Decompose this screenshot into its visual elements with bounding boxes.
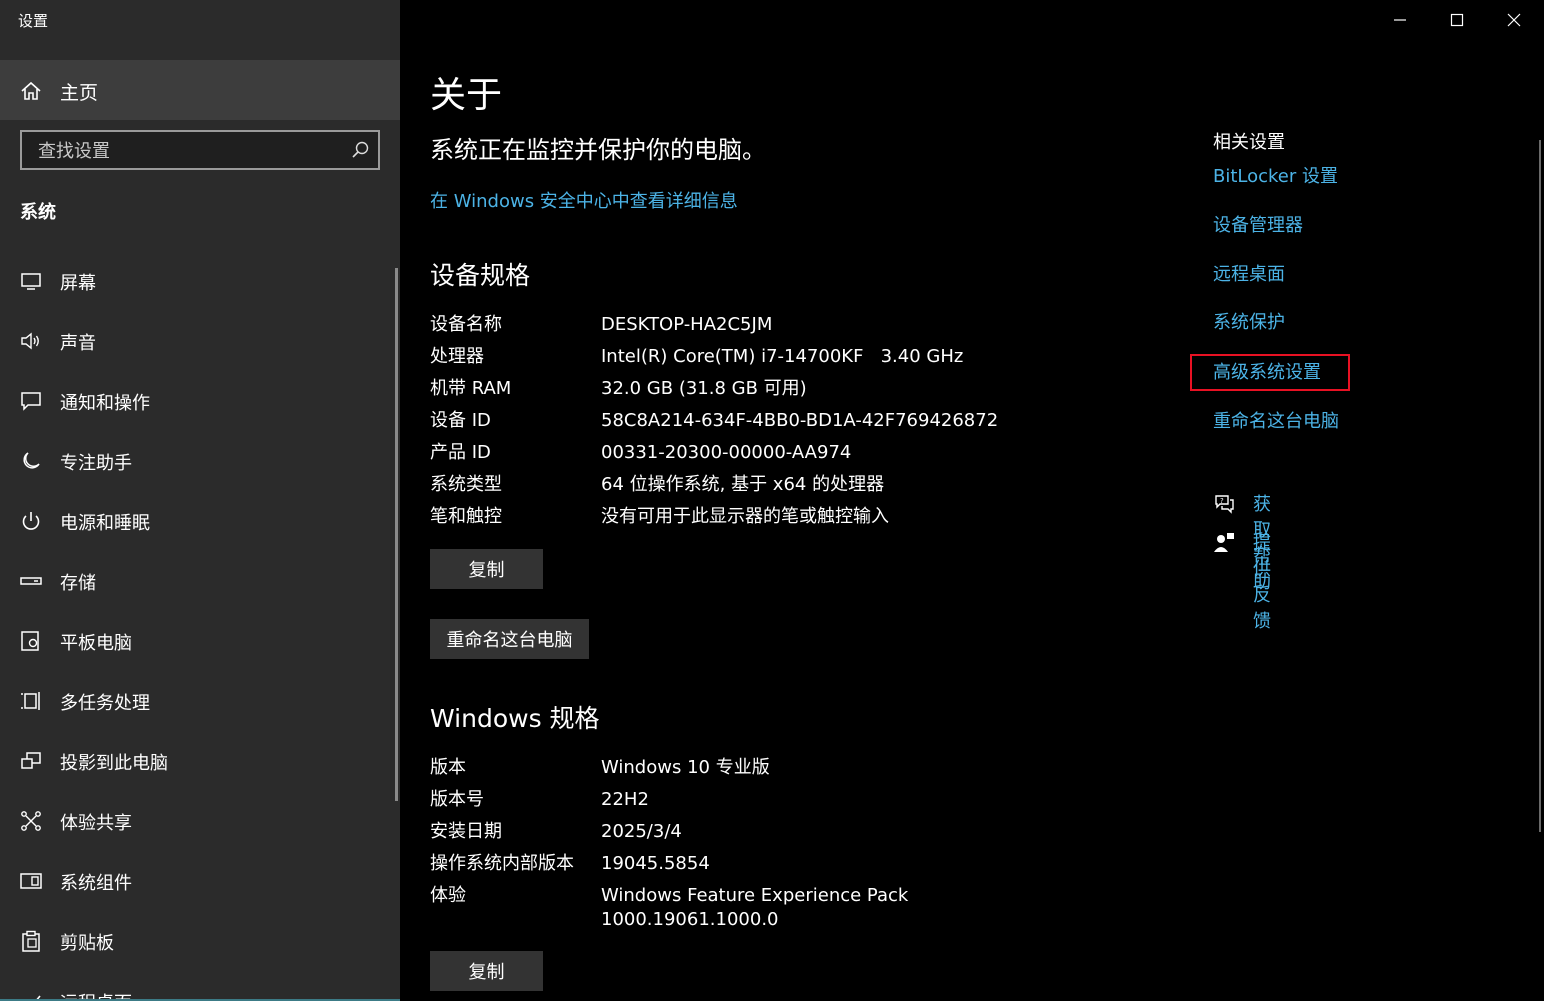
spec-key: 版本号 <box>430 789 484 810</box>
spec-value-line2: 1000.19061.1000.0 <box>601 909 779 930</box>
maximize-button[interactable] <box>1429 0 1485 40</box>
sidebar-item-remote-desktop[interactable]: 远程桌面 <box>0 971 392 1001</box>
spec-key: 操作系统内部版本 <box>430 853 574 874</box>
sidebar-item-multitasking[interactable]: 多任务处理 <box>0 671 392 731</box>
copy-device-specs-button[interactable]: 复制 <box>430 549 543 589</box>
sidebar-item-sound[interactable]: 声音 <box>0 311 392 371</box>
spec-value: 00331-20300-00000-AA974 <box>601 442 852 463</box>
spec-row: 体验 Windows Feature Experience Pack 1000.19… <box>430 880 1130 936</box>
app-title: 设置 <box>18 12 49 30</box>
tablet-icon <box>21 631 39 651</box>
feedback-link[interactable]: 提供反馈 <box>1253 529 1271 633</box>
feedback-icon <box>1214 533 1234 552</box>
svg-text:?: ? <box>1220 497 1224 505</box>
sidebar-item-label: 声音 <box>60 333 96 354</box>
home-icon <box>21 81 41 100</box>
sidebar-item-storage[interactable]: 存储 <box>0 551 392 611</box>
spec-value: 32.0 GB (31.8 GB 可用) <box>601 378 807 399</box>
sidebar-item-power[interactable]: 电源和睡眠 <box>0 491 392 551</box>
spec-key: 系统类型 <box>430 474 502 495</box>
spec-key: 体验 <box>430 885 466 906</box>
spec-value: Windows 10 专业版 <box>601 757 770 778</box>
security-center-link[interactable]: 在 Windows 安全中心中查看详细信息 <box>430 187 738 213</box>
main-content: 关于 系统正在监控并保护你的电脑。 在 Windows 安全中心中查看详细信息 … <box>400 0 1544 1001</box>
spec-key: 设备名称 <box>430 314 502 335</box>
sidebar-item-project[interactable]: 投影到此电脑 <box>0 731 392 791</box>
spec-key: 机带 RAM <box>430 378 512 399</box>
close-button[interactable] <box>1486 0 1542 40</box>
system-protection-link[interactable]: 系统保护 <box>1213 308 1285 334</box>
main-scrollbar[interactable] <box>1539 140 1541 832</box>
bitlocker-settings-link[interactable]: BitLocker 设置 <box>1213 162 1338 188</box>
sidebar-item-label: 平板电脑 <box>60 633 132 654</box>
speaker-icon <box>21 332 39 350</box>
minimize-button[interactable] <box>1372 0 1428 40</box>
sidebar-item-label: 电源和睡眠 <box>60 513 150 534</box>
sidebar-item-label: 存储 <box>60 573 96 594</box>
spec-value: 64 位操作系统, 基于 x64 的处理器 <box>601 474 885 495</box>
sidebar: 设置 主页 系统 屏幕 声音 通知和操作 专注助手 电源和睡眠 存储 <box>0 0 400 1001</box>
notification-icon <box>21 392 41 411</box>
sidebar-item-shared-experiences[interactable]: 体验共享 <box>0 791 392 851</box>
sidebar-item-clipboard[interactable]: 剪贴板 <box>0 911 392 971</box>
sidebar-item-system-components[interactable]: 系统组件 <box>0 851 392 911</box>
nav-home[interactable]: 主页 <box>0 60 400 120</box>
spec-value: 22H2 <box>601 789 649 810</box>
device-specs-title: 设备规格 <box>430 261 531 290</box>
share-icon <box>21 811 41 831</box>
section-title: 系统 <box>20 202 56 223</box>
sidebar-item-label: 剪贴板 <box>60 933 114 954</box>
copy-windows-specs-button[interactable]: 复制 <box>430 951 543 991</box>
sidebar-item-label: 系统组件 <box>60 873 132 894</box>
clipboard-icon <box>22 930 40 952</box>
sidebar-item-label: 屏幕 <box>60 273 96 294</box>
maximize-icon <box>1450 13 1464 27</box>
power-icon <box>22 512 40 530</box>
nav-home-label: 主页 <box>60 82 99 104</box>
spec-key: 产品 ID <box>430 442 491 463</box>
search-input[interactable] <box>36 137 340 165</box>
sidebar-item-display[interactable]: 屏幕 <box>0 251 392 311</box>
spec-value: 2025/3/4 <box>601 821 682 842</box>
moon-icon <box>23 452 40 469</box>
storage-icon <box>20 577 42 585</box>
sidebar-item-tablet[interactable]: 平板电脑 <box>0 611 392 671</box>
sidebar-item-label: 多任务处理 <box>60 693 150 714</box>
protection-status: 系统正在监控并保护你的电脑。 <box>430 136 766 164</box>
spec-value: Intel(R) Core(TM) i7-14700KF 3.40 GHz <box>601 346 964 367</box>
spec-key: 版本 <box>430 757 466 778</box>
close-icon <box>1507 13 1521 27</box>
sidebar-item-label: 专注助手 <box>60 453 132 474</box>
help-chat-icon: ? <box>1215 495 1234 514</box>
sidebar-item-label: 体验共享 <box>60 813 132 834</box>
sidebar-item-focus-assist[interactable]: 专注助手 <box>0 431 392 491</box>
search-icon[interactable] <box>350 140 370 160</box>
sidebar-item-notifications[interactable]: 通知和操作 <box>0 371 392 431</box>
spec-key: 安装日期 <box>430 821 502 842</box>
remote-desktop-link[interactable]: 远程桌面 <box>1213 260 1285 286</box>
sidebar-scrollbar[interactable] <box>395 268 398 801</box>
multitasking-icon <box>21 692 40 710</box>
sidebar-item-label: 通知和操作 <box>60 393 150 414</box>
minimize-icon <box>1394 19 1406 21</box>
project-icon <box>21 752 41 769</box>
spec-value: 19045.5854 <box>601 853 710 874</box>
spec-value: 58C8A214-634F-4BB0-BD1A-42F769426872 <box>601 410 999 431</box>
spec-key: 处理器 <box>430 346 484 367</box>
rename-pc-button[interactable]: 重命名这台电脑 <box>430 619 589 659</box>
related-settings-title: 相关设置 <box>1213 132 1285 153</box>
page-title: 关于 <box>430 75 503 116</box>
sidebar-item-label: 投影到此电脑 <box>60 753 168 774</box>
spec-key: 设备 ID <box>430 410 491 431</box>
spec-key: 笔和触控 <box>430 506 502 527</box>
windows-specs-title: Windows 规格 <box>430 704 600 733</box>
device-manager-link[interactable]: 设备管理器 <box>1213 211 1303 237</box>
rename-pc-link[interactable]: 重命名这台电脑 <box>1213 407 1339 433</box>
search-box[interactable] <box>20 130 380 170</box>
highlight-box <box>1190 354 1350 391</box>
spec-value: DESKTOP-HA2C5JM <box>601 314 773 335</box>
display-icon <box>21 273 41 290</box>
components-icon <box>20 873 42 889</box>
spec-value: 没有可用于此显示器的笔或触控输入 <box>601 506 889 527</box>
